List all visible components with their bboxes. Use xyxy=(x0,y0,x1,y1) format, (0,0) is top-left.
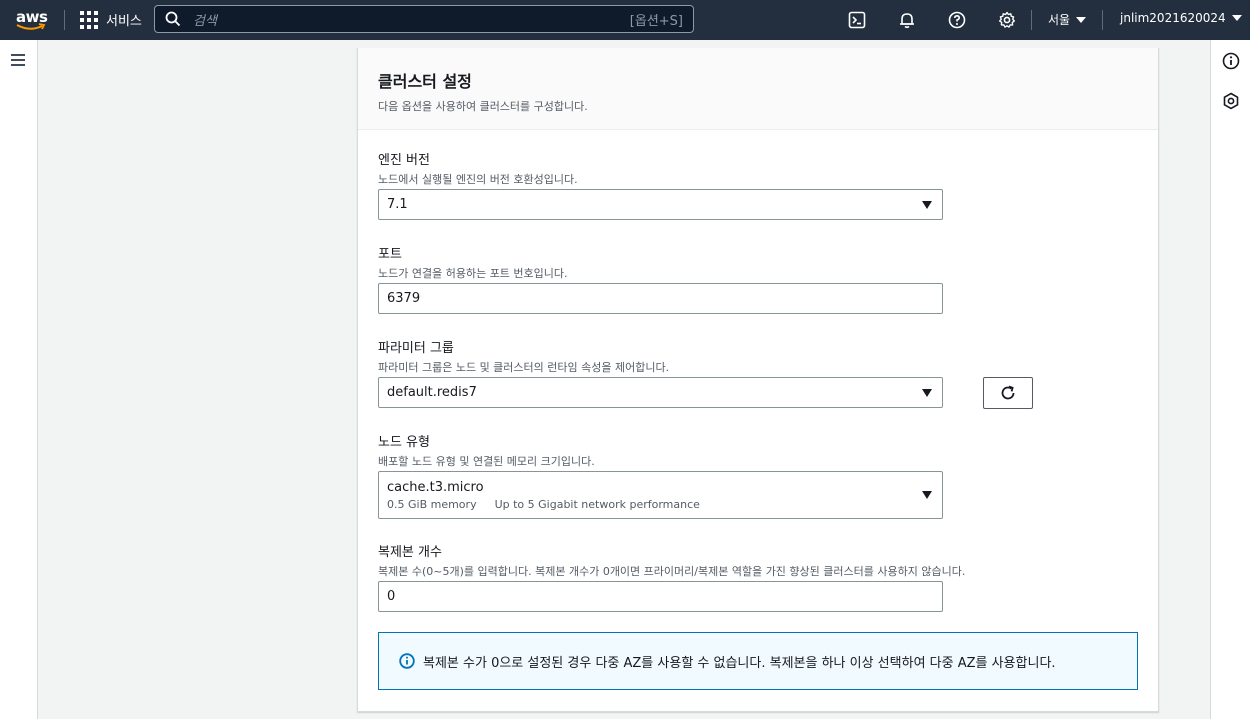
replicas-label: 복제본 개수 xyxy=(378,545,442,560)
replicas-field: 복제본 개수 복제본 수(0~5개)를 입력합니다. 복제본 개수가 0개이면 … xyxy=(378,541,1138,612)
node-type-details: 0.5 GiB memory Up to 5 Gigabit network p… xyxy=(387,498,700,511)
node-type-memory: 0.5 GiB memory xyxy=(387,497,477,511)
right-side-rail xyxy=(1210,40,1250,719)
info-alert-message: 복제본 수가 0으로 설정된 경우 다중 AZ를 사용할 수 없습니다. 복제본… xyxy=(423,655,1056,671)
port-field: 포트 노드가 연결을 허용하는 포트 번호입니다. 6379 xyxy=(378,243,1138,314)
bell-icon xyxy=(900,13,914,29)
refresh-icon xyxy=(1001,385,1015,400)
gear-icon xyxy=(999,11,1015,28)
search-icon xyxy=(165,11,181,27)
engine-version-label: 엔진 버전 xyxy=(378,153,430,168)
port-input[interactable]: 6379 xyxy=(378,283,943,314)
node-type-network: Up to 5 Gigabit network performance xyxy=(494,497,700,511)
services-label: 서비스 xyxy=(106,14,142,29)
parameter-group-select[interactable]: default.redis7 xyxy=(378,377,943,408)
region-label: 서울 xyxy=(1048,13,1071,27)
caret-down-icon xyxy=(922,200,932,209)
port-label: 포트 xyxy=(378,247,402,262)
cluster-settings-panel: 클러스터 설정 다음 옵션을 사용하여 클러스터를 구성합니다. 엔진 버전 노… xyxy=(357,48,1159,712)
replicas-value: 0 xyxy=(387,589,396,604)
info-icon xyxy=(399,653,415,669)
parameter-group-value: default.redis7 xyxy=(387,385,477,400)
notifications-button[interactable] xyxy=(897,10,917,30)
info-alert: 복제본 수가 0으로 설정된 경우 다중 AZ를 사용할 수 없습니다. 복제본… xyxy=(378,632,1138,690)
info-icon[interactable] xyxy=(1222,52,1240,70)
left-side-rail xyxy=(0,40,38,719)
menu-icon[interactable] xyxy=(11,54,25,66)
parameter-group-description: 파라미터 그룹은 노드 및 클러스터의 런타임 속성을 제어합니다. xyxy=(378,361,670,374)
settings-button[interactable] xyxy=(997,10,1017,30)
panel-header: 클러스터 설정 다음 옵션을 사용하여 클러스터를 구성합니다. xyxy=(358,48,1158,130)
help-button[interactable] xyxy=(947,10,967,30)
nav-divider xyxy=(64,10,65,30)
aws-logo[interactable]: aws xyxy=(16,8,48,32)
node-type-field: 노드 유형 배포할 노드 유형 및 연결된 메모리 크기입니다. cache.t… xyxy=(378,431,1138,519)
nav-divider xyxy=(1031,10,1032,30)
hexagon-icon[interactable] xyxy=(1222,92,1240,110)
grid-icon xyxy=(80,10,98,29)
panel-title: 클러스터 설정 xyxy=(378,72,472,91)
engine-version-select[interactable]: 7.1 xyxy=(378,189,943,220)
port-value: 6379 xyxy=(387,291,421,306)
cloudshell-button[interactable] xyxy=(847,10,867,30)
parameter-group-field: 파라미터 그룹 파라미터 그룹은 노드 및 클러스터의 런타임 속성을 제어합니… xyxy=(378,337,1138,409)
terminal-icon xyxy=(848,11,866,29)
caret-down-icon xyxy=(1076,16,1087,23)
node-type-description: 배포할 노드 유형 및 연결된 메모리 크기입니다. xyxy=(378,455,595,468)
node-type-label: 노드 유형 xyxy=(378,435,430,450)
top-navigation: aws 서비스 검색 [옵션+S] 서울 jnlim2021620024 xyxy=(0,0,1250,40)
port-description: 노드가 연결을 허용하는 포트 번호입니다. xyxy=(378,267,568,280)
help-icon xyxy=(948,11,966,29)
search-shortcut: [옵션+S] xyxy=(629,13,683,29)
node-type-select[interactable]: cache.t3.micro 0.5 GiB memory Up to 5 Gi… xyxy=(378,471,943,519)
caret-down-icon xyxy=(922,388,932,397)
engine-version-field: 엔진 버전 노드에서 실행될 엔진의 버전 호환성입니다. 7.1 xyxy=(378,149,1138,220)
account-menu[interactable]: jnlim2021620024 xyxy=(1120,11,1242,25)
region-selector[interactable]: 서울 xyxy=(1048,11,1087,28)
nav-divider xyxy=(1102,10,1103,30)
panel-description: 다음 옵션을 사용하여 클러스터를 구성합니다. xyxy=(378,100,588,113)
search-input[interactable]: 검색 [옵션+S] xyxy=(154,5,694,33)
engine-version-description: 노드에서 실행될 엔진의 버전 호환성입니다. xyxy=(378,173,578,186)
replicas-input[interactable]: 0 xyxy=(378,581,943,612)
parameter-group-label: 파라미터 그룹 xyxy=(378,341,454,356)
aws-smile-icon xyxy=(16,23,46,30)
caret-down-icon xyxy=(922,491,932,499)
refresh-button[interactable] xyxy=(983,377,1033,409)
account-label: jnlim2021620024 xyxy=(1120,11,1226,25)
node-type-value: cache.t3.micro xyxy=(387,479,484,495)
engine-version-value: 7.1 xyxy=(387,197,408,212)
replicas-description: 복제본 수(0~5개)를 입력합니다. 복제본 개수가 0개이면 프라이머리/복… xyxy=(378,565,966,578)
caret-down-icon xyxy=(1231,15,1242,21)
search-placeholder: 검색 xyxy=(193,13,217,29)
services-menu-button[interactable]: 서비스 xyxy=(80,10,142,29)
